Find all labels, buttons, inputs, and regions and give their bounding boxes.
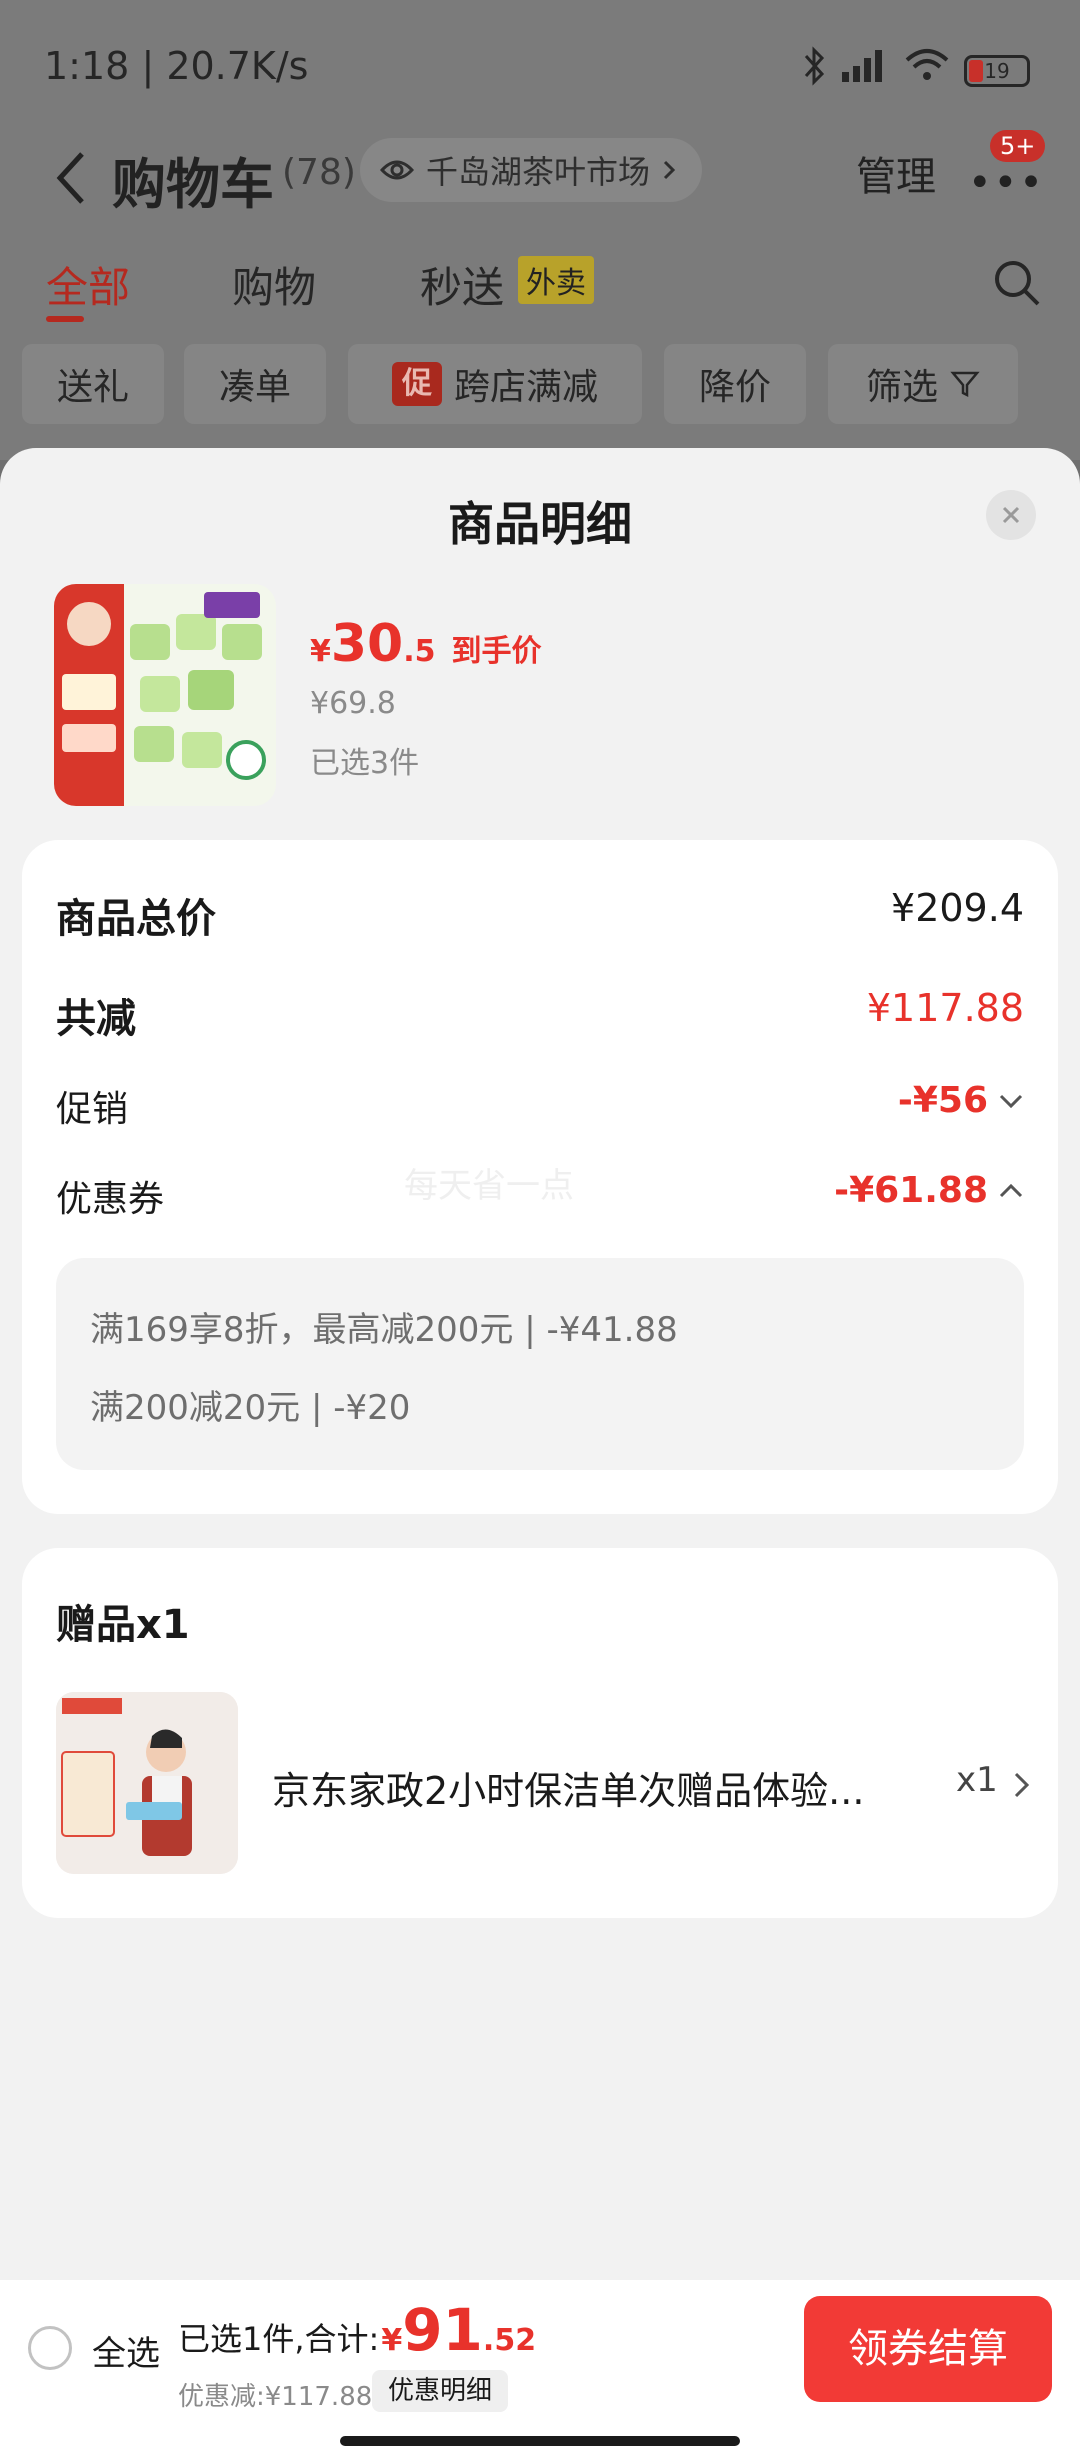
gift-card: 赠品x1 京东家政2小时保洁单次赠品体验... x1 bbox=[22, 1548, 1058, 1918]
filter-icon bbox=[950, 371, 980, 398]
chip-bundle[interactable]: 凑单 bbox=[184, 344, 326, 424]
search-icon[interactable] bbox=[992, 258, 1042, 308]
wifi-icon bbox=[904, 48, 950, 93]
coupon-toggle[interactable]: -¥61.88 bbox=[834, 1170, 1024, 1211]
product-price: ¥ 30 .5 到手价 bbox=[310, 614, 542, 674]
cart-count: (78) bbox=[282, 152, 356, 193]
cart-header: 购物车 (78) 千岛湖茶叶市场 管理 ••• 5+ bbox=[0, 130, 1080, 240]
total-reduction-label: 共减 bbox=[56, 996, 136, 1042]
chip-gift[interactable]: 送礼 bbox=[22, 344, 164, 424]
close-button[interactable] bbox=[986, 490, 1036, 540]
filter-chips: 送礼 凑单 促 跨店满减 降价 筛选 bbox=[0, 344, 1080, 424]
cart-tabs: 全部 购物 秒送 外卖 bbox=[0, 250, 1080, 330]
total-price-label: 商品总价 bbox=[56, 896, 216, 942]
promotion-label: 促销 bbox=[56, 1089, 129, 1130]
selected-count: 已选3件 bbox=[310, 746, 420, 781]
chevron-up-icon bbox=[999, 1183, 1023, 1197]
chip-price-drop[interactable]: 降价 bbox=[664, 344, 806, 424]
gift-image[interactable] bbox=[56, 1692, 238, 1874]
product-detail-sheet: 商品明细 ¥ 30 .5 到手价 ¥69.8 已选3件 商品总价 ¥209.4 … bbox=[0, 448, 1080, 2280]
checkout-button[interactable]: 领券结算 bbox=[804, 2296, 1052, 2402]
promo-badge: 促 bbox=[391, 362, 442, 406]
coupon-details: 满169享8折，最高减200元 | -¥41.88 满200减20元 | -¥2… bbox=[56, 1258, 1024, 1470]
sheet-title: 商品明细 bbox=[448, 497, 632, 551]
gift-name[interactable]: 京东家政2小时保洁单次赠品体验... bbox=[272, 1760, 892, 1815]
original-price: ¥69.8 bbox=[310, 686, 396, 721]
eye-icon bbox=[380, 160, 414, 180]
chevron-down-icon bbox=[999, 1094, 1023, 1108]
discount-amount: 优惠减:¥117.88 bbox=[178, 2382, 373, 2412]
bluetooth-icon bbox=[802, 46, 826, 95]
promotion-value: -¥56 bbox=[897, 1080, 988, 1121]
total-amount: 已选1件,合计: ¥ 91 .52 bbox=[178, 2296, 537, 2364]
promotion-toggle[interactable]: -¥56 bbox=[898, 1080, 1024, 1121]
select-all-checkbox[interactable] bbox=[28, 2326, 72, 2370]
waimai-tag: 外卖 bbox=[518, 256, 594, 304]
status-icons: 19 bbox=[802, 46, 1030, 95]
page-title: 购物车 bbox=[112, 153, 274, 216]
chip-cross-store-label: 跨店满减 bbox=[453, 367, 598, 408]
checkout-bar: 全选 已选1件,合计: ¥ 91 .52 优惠减:¥117.88 优惠明细 领券… bbox=[0, 2280, 1080, 2460]
status-time: 1:18 | 20.7K/s bbox=[44, 44, 309, 88]
status-bar: 1:18 | 20.7K/s 19 bbox=[0, 0, 1080, 130]
chevron-right-icon[interactable] bbox=[1012, 1770, 1032, 1800]
coupon-label: 优惠券 bbox=[56, 1179, 165, 1220]
more-icon[interactable]: ••• bbox=[968, 160, 1045, 206]
total-price-value: ¥209.4 bbox=[891, 886, 1024, 930]
chip-filter[interactable]: 筛选 bbox=[828, 344, 1018, 424]
cart-page-background: 1:18 | 20.7K/s 19 购物车 (78) 千岛湖茶叶市场 管理 ••… bbox=[0, 0, 1080, 460]
back-arrow-icon[interactable] bbox=[50, 148, 90, 208]
coupon-detail-item: 满200减20元 | -¥20 bbox=[90, 1388, 411, 1428]
store-name: 千岛湖茶叶市场 bbox=[426, 153, 651, 191]
battery-icon: 19 bbox=[964, 54, 1030, 87]
gift-title: 赠品x1 bbox=[56, 1602, 190, 1648]
gift-quantity: x1 bbox=[956, 1760, 998, 1800]
manage-button[interactable]: 管理 bbox=[856, 144, 936, 202]
discount-detail-button[interactable]: 优惠明细 bbox=[372, 2370, 509, 2412]
chevron-right-icon bbox=[663, 160, 676, 180]
tab-all[interactable]: 全部 bbox=[46, 254, 130, 315]
tab-instant[interactable]: 秒送 bbox=[420, 254, 504, 315]
home-indicator[interactable] bbox=[340, 2436, 740, 2446]
chip-cross-store[interactable]: 促 跨店满减 bbox=[348, 344, 642, 424]
tab-shopping[interactable]: 购物 bbox=[232, 254, 316, 315]
final-price-tag: 到手价 bbox=[451, 634, 542, 669]
chip-filter-label: 筛选 bbox=[865, 367, 938, 408]
watermark: 每天省一点 bbox=[404, 1166, 574, 1206]
message-badge: 5+ bbox=[990, 130, 1046, 162]
tab-indicator bbox=[46, 316, 84, 322]
coupon-value: -¥61.88 bbox=[834, 1170, 988, 1211]
product-image[interactable] bbox=[54, 584, 276, 806]
store-selector[interactable]: 千岛湖茶叶市场 bbox=[360, 138, 703, 202]
select-all-label[interactable]: 全选 bbox=[92, 2326, 160, 2375]
total-reduction-value: ¥117.88 bbox=[866, 986, 1024, 1030]
coupon-detail-item: 满169享8折，最高减200元 | -¥41.88 bbox=[90, 1310, 678, 1350]
close-icon bbox=[1002, 506, 1020, 524]
signal-icon bbox=[840, 48, 890, 93]
